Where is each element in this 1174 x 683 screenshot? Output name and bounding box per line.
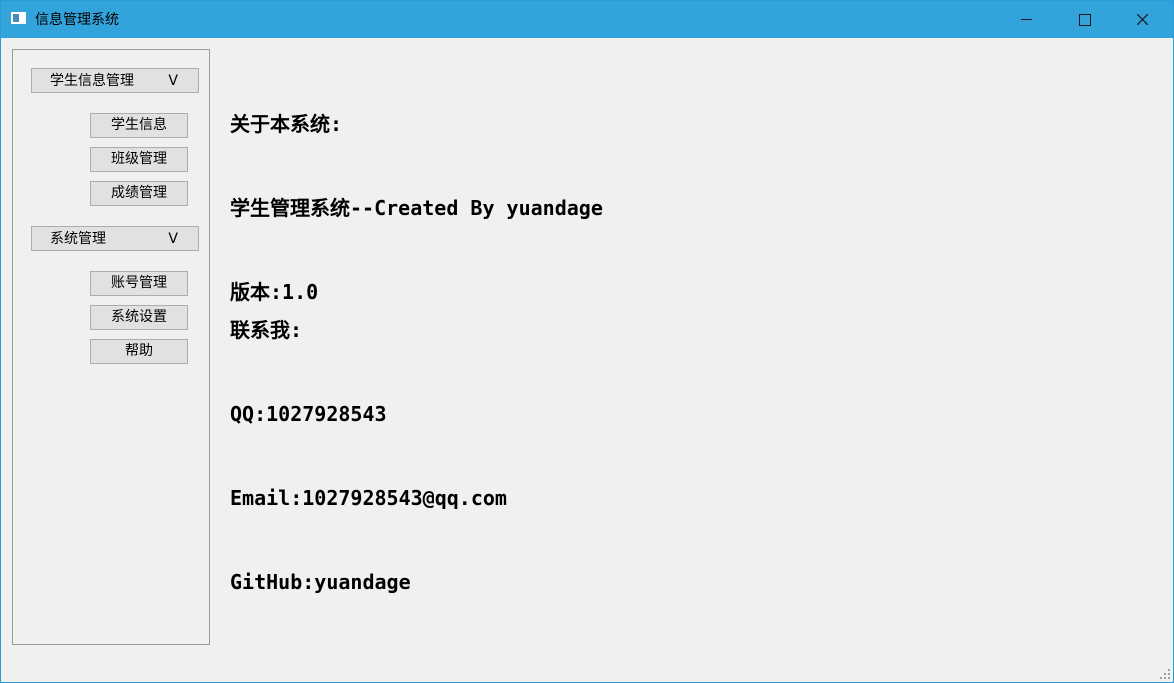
class-management-button[interactable]: 班级管理 [90,147,188,172]
system-settings-button[interactable]: 系统设置 [90,305,188,330]
system-management-group-button[interactable]: 系统管理 V [31,226,199,251]
chevron-down-icon: V [168,73,178,89]
help-button[interactable]: 帮助 [90,339,188,364]
title-bar[interactable]: 信息管理系统 [1,1,1173,38]
student-info-group-button[interactable]: 学生信息管理 V [31,68,199,93]
window-title: 信息管理系统 [35,12,119,28]
system-name-line: 学生管理系统--Created By yuandage [230,196,603,220]
close-icon [1137,14,1148,25]
about-heading: 关于本系统: [230,112,343,136]
minimize-icon [1021,19,1032,20]
maximize-button[interactable] [1055,1,1113,38]
email-line: Email:1027928543@qq.com [230,486,507,510]
resize-grip-icon[interactable] [1160,669,1170,679]
version-line: 版本:1.0 [230,280,319,304]
contact-heading: 联系我: [230,318,303,342]
account-management-button[interactable]: 账号管理 [90,271,188,296]
student-info-button[interactable]: 学生信息 [90,113,188,138]
app-icon [11,12,26,24]
qq-line: QQ:1027928543 [230,402,387,426]
close-button[interactable] [1113,1,1171,38]
maximize-icon [1079,14,1091,26]
github-line: GitHub:yuandage [230,570,411,594]
app-window: 信息管理系统 学生信息管理 V 学生信息 班级管理 成绩管理 系统管理 V 账号… [0,0,1174,683]
chevron-down-icon: V [168,231,178,247]
group-label: 学生信息管理 [50,73,134,89]
group-label: 系统管理 [50,231,106,247]
minimize-button[interactable] [997,1,1055,38]
grade-management-button[interactable]: 成绩管理 [90,181,188,206]
navigation-sidebar: 学生信息管理 V 学生信息 班级管理 成绩管理 系统管理 V 账号管理 系统设置… [12,49,210,645]
